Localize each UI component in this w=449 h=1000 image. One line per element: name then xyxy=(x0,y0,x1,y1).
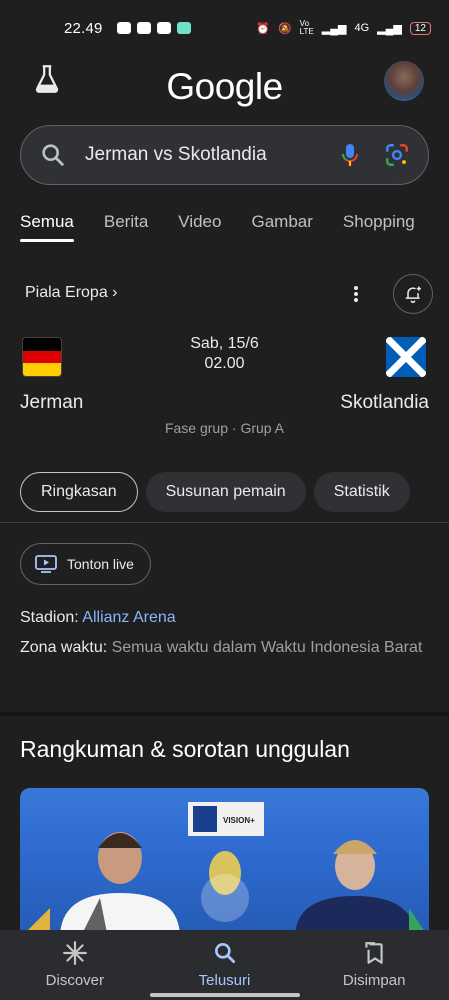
watch-live-label: Tonton live xyxy=(67,556,134,572)
match-chips: Ringkasan Susunan pemain Statistik xyxy=(20,472,410,512)
chip-susunan-pemain[interactable]: Susunan pemain xyxy=(145,472,306,512)
tab-shopping[interactable]: Shopping xyxy=(343,212,415,242)
signal-icon-2: ▂▄▆ xyxy=(377,22,402,35)
nav-discover-label: Discover xyxy=(45,972,105,989)
nav-telusuri[interactable]: Telusuri xyxy=(150,930,300,1000)
app-notification-icon xyxy=(116,22,131,34)
battery-icon: 12 xyxy=(409,21,431,35)
search-nav-icon xyxy=(214,943,235,964)
divider xyxy=(0,522,449,523)
highlight-thumbnail[interactable]: VISION+ xyxy=(20,788,429,938)
nav-disimpan[interactable]: Disimpan xyxy=(299,930,449,1000)
banner-text: VISION+ xyxy=(223,816,255,825)
nav-telusuri-label: Telusuri xyxy=(198,972,251,989)
bottom-nav: Discover Telusuri Disimpan xyxy=(0,930,449,1000)
competition-link[interactable]: Piala Eropa › xyxy=(25,284,118,302)
highlights-title: Rangkuman & sorotan unggulan xyxy=(20,736,350,762)
timezone-label: Zona waktu: xyxy=(20,639,108,656)
away-team-name[interactable]: Skotlandia xyxy=(340,392,429,414)
tab-semua[interactable]: Semua xyxy=(20,212,74,242)
network-label: 4G xyxy=(354,22,370,34)
google-logo: Google xyxy=(166,66,283,107)
notification-icons xyxy=(116,22,191,34)
system-icons: ⏰ 🔕 Vo LTE ▂▄▆ 4G ▂▄▆ 12 xyxy=(256,20,431,36)
nav-discover[interactable]: Discover xyxy=(0,930,150,1000)
tv-play-icon xyxy=(35,555,57,573)
volte-icon: Vo LTE xyxy=(299,19,314,36)
lens-icon[interactable] xyxy=(384,142,410,168)
signal-icon: ▂▄▆ xyxy=(321,22,347,35)
match-date: Sab, 15/6 xyxy=(190,335,259,352)
highlight-image: VISION+ xyxy=(20,802,429,938)
avatar[interactable] xyxy=(384,61,424,101)
tab-video[interactable]: Video xyxy=(178,212,221,242)
status-time: 22.49 xyxy=(64,19,103,37)
stadium-label: Stadion: xyxy=(20,609,79,626)
section-divider xyxy=(0,712,449,716)
app-f-icon xyxy=(156,22,171,34)
watch-live-button[interactable]: Tonton live xyxy=(20,543,151,585)
home-team-name[interactable]: Jerman xyxy=(20,392,83,414)
timezone-line: Zona waktu: Semua waktu dalam Waktu Indo… xyxy=(20,635,430,661)
mute-icon: 🔕 xyxy=(277,22,292,35)
nav-disimpan-label: Disimpan xyxy=(342,972,406,989)
stadium-link[interactable]: Allianz Arena xyxy=(82,609,175,626)
discover-icon xyxy=(62,941,87,965)
timezone-value: Semua waktu dalam Waktu Indonesia Barat xyxy=(111,639,423,656)
mic-icon[interactable] xyxy=(338,142,362,168)
search-tabs: Semua Berita Video Gambar Shopping xyxy=(20,212,449,242)
saved-icon xyxy=(365,942,383,964)
bell-add-icon xyxy=(405,286,421,304)
competition-row: Piala Eropa › xyxy=(0,272,449,314)
more-options-icon[interactable] xyxy=(348,284,364,304)
search-icon xyxy=(42,144,64,166)
tab-gambar[interactable]: Gambar xyxy=(251,212,312,242)
tab-berita[interactable]: Berita xyxy=(104,212,148,242)
search-box[interactable]: Jerman vs Skotlandia xyxy=(20,125,429,185)
search-query[interactable]: Jerman vs Skotlandia xyxy=(85,144,338,166)
chip-statistik[interactable]: Statistik xyxy=(313,472,410,512)
header: Google xyxy=(0,56,449,118)
match-time: 02.00 xyxy=(204,355,245,372)
stadium-line: Stadion: Allianz Arena xyxy=(20,605,430,631)
match-stage: Fase grup · Grup A xyxy=(164,420,285,436)
chip-ringkasan[interactable]: Ringkasan xyxy=(20,472,138,512)
home-indicator[interactable] xyxy=(150,993,300,997)
notify-button[interactable] xyxy=(393,274,433,314)
app-teal-icon xyxy=(176,22,191,34)
alarm-icon: ⏰ xyxy=(256,22,270,35)
status-bar: 22.49 ⏰ 🔕 Vo LTE ▂▄▆ 4G ▂▄▆ 12 xyxy=(0,0,449,56)
youtube-icon xyxy=(136,22,151,34)
